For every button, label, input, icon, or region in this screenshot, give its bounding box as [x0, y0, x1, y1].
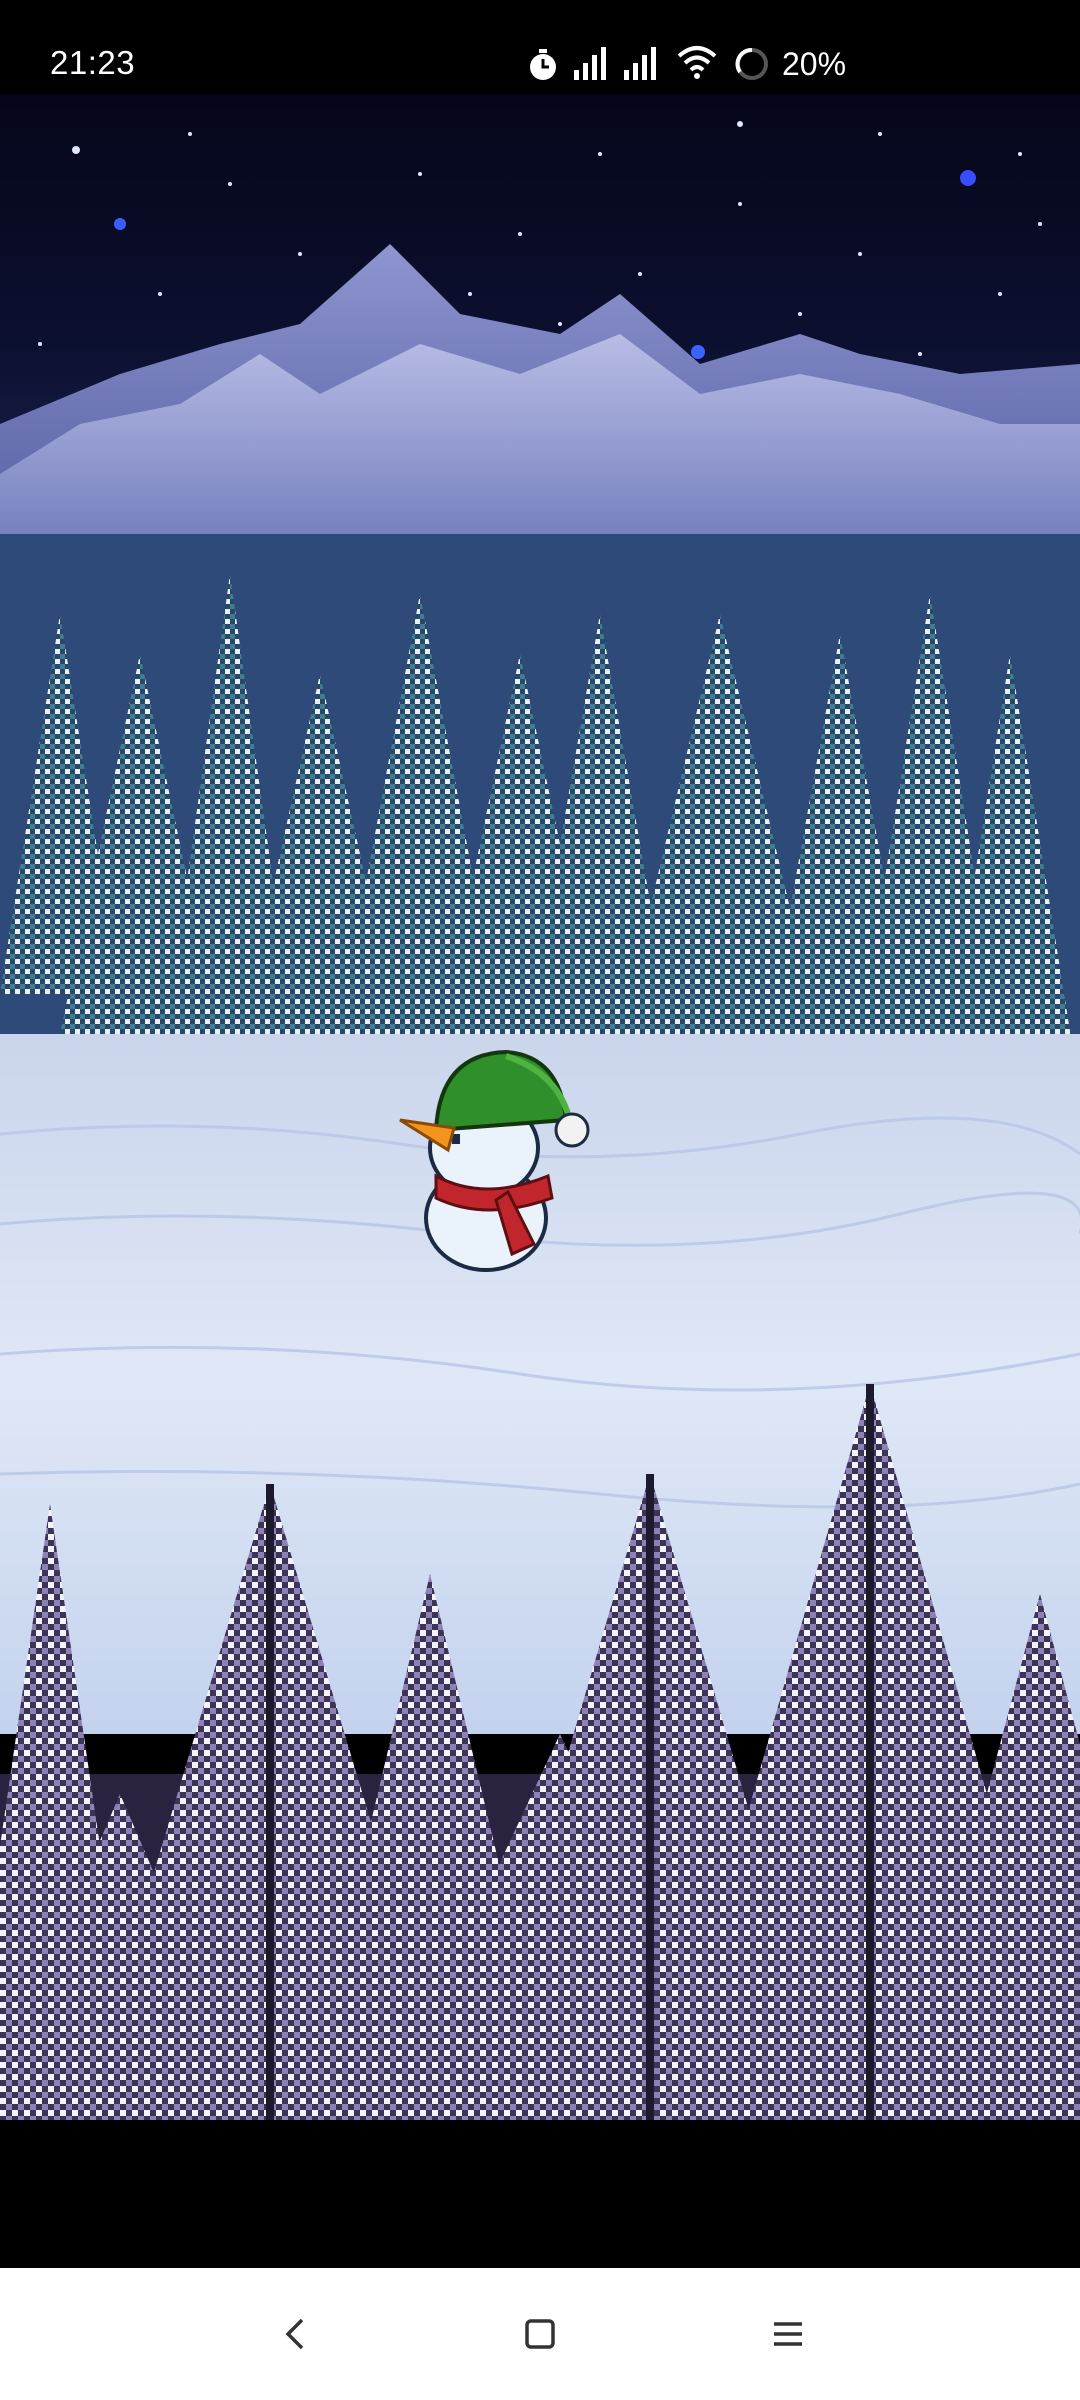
wifi-icon: [676, 44, 718, 85]
battery-percent: 20%: [782, 46, 847, 82]
menu-icon[interactable]: [752, 2298, 824, 2370]
status-bar: 21:23 20%: [0, 0, 1080, 94]
signal-icon-2: [624, 46, 660, 85]
alarm-icon: [526, 48, 560, 87]
back-icon[interactable]: [260, 2298, 332, 2370]
navigation-bar: [0, 2268, 1080, 2400]
game-canvas[interactable]: [0, 94, 1080, 2120]
status-time: 21:23: [50, 44, 136, 81]
home-icon[interactable]: [504, 2298, 576, 2370]
letterbox: [0, 2120, 1080, 2268]
battery-ring-icon: [734, 46, 770, 87]
signal-icon: [574, 46, 610, 85]
